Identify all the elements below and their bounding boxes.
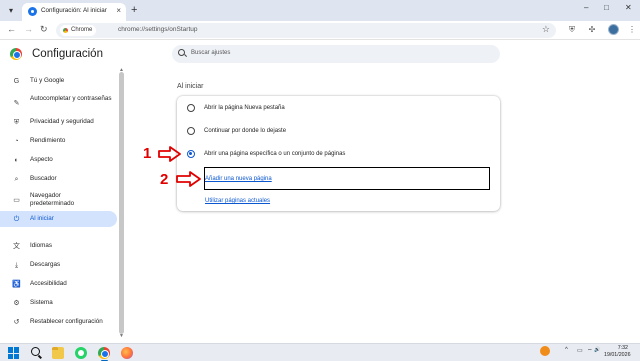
sidebar-item-label: Privacidad y seguridad (30, 118, 94, 125)
site-info-chip[interactable]: Chrome (60, 25, 97, 36)
download-icon: ⤓ (14, 262, 19, 269)
sidebar-item-label: Tú y Google (30, 77, 65, 84)
sidebar-item-performance[interactable]: ◔ Rendimiento (0, 133, 117, 149)
tray-display-icon[interactable]: ▭ (577, 347, 583, 354)
browser-toolbar: ← → ↻ Chrome chrome://settings/onStartup… (0, 21, 640, 40)
settings-gear-icon (28, 7, 37, 16)
search-placeholder: Buscar ajustes (191, 50, 231, 56)
section-title: Al iniciar (177, 83, 204, 90)
sidebar-item-search-engine[interactable]: ⌕ Buscador (0, 171, 117, 187)
tab-settings[interactable]: Configuración: Al iniciar × (22, 3, 126, 21)
tray-chevron-up-icon[interactable]: ^ (565, 347, 568, 353)
forward-button[interactable]: → (24, 24, 33, 34)
taskbar-clock[interactable]: 7:32 19/01/2026 (604, 345, 631, 358)
browser-window-icon: ▭ (13, 197, 20, 204)
radio-specific-pages[interactable] (187, 150, 195, 158)
autofill-icon: ✎ (13, 100, 20, 107)
radio-label-new-tab[interactable]: Abrir la página Nueva pestaña (204, 105, 285, 111)
close-window-button[interactable]: ✕ (625, 3, 632, 12)
sidebar-item-label: Buscador (30, 175, 57, 182)
accessibility-icon: ♿ (12, 281, 21, 288)
sidebar-item-label: Rendimiento (30, 137, 66, 144)
windows-start-icon[interactable] (8, 347, 20, 359)
wrench-icon: ⚙ (13, 300, 20, 307)
use-current-pages-link[interactable]: Utilizar páginas actuales (205, 198, 270, 204)
back-button[interactable]: ← (7, 24, 16, 34)
sidebar-item-label: Restablecer configuración (30, 318, 103, 325)
sidebar-item-autofill[interactable]: ✎ Autocompletar y contraseñas (0, 93, 117, 113)
taskbar-search-icon[interactable] (30, 347, 42, 359)
search-icon (178, 49, 185, 56)
clock-date: 19/01/2026 (604, 351, 631, 358)
puzzle-icon[interactable]: ✣ (586, 24, 598, 36)
more-icon[interactable]: ⋮ (626, 24, 638, 36)
new-tab-button[interactable]: + (131, 3, 137, 17)
settings-sidebar: G Tú y Google ✎ Autocompletar y contrase… (0, 68, 126, 343)
sidebar-item-reset[interactable]: ↺ Restablecer configuración (0, 314, 117, 330)
sidebar-item-label: Sistema (30, 299, 53, 306)
reset-icon: ↺ (13, 319, 20, 326)
sidebar-item-label: Idiomas (30, 242, 53, 249)
radio-new-tab[interactable] (187, 104, 195, 112)
sidebar-item-default-browser[interactable]: ▭ Navegador predeterminado (0, 190, 117, 210)
minimize-button[interactable]: – (584, 3, 588, 12)
palette-icon: ◐ (14, 157, 19, 164)
page-title: Configuración (32, 48, 103, 60)
address-bar[interactable]: Chrome chrome://settings/onStartup ☆ (56, 23, 556, 38)
annotation-number-2: 2 (160, 171, 169, 188)
firefox-icon[interactable] (121, 347, 133, 359)
bookmark-star-icon[interactable]: ☆ (542, 24, 550, 35)
shield-icon: ⛨ (13, 119, 20, 126)
sidebar-item-privacy[interactable]: ⛨ Privacidad y seguridad (0, 114, 117, 130)
annotation-number-1: 1 (143, 145, 152, 162)
reload-button[interactable]: ↻ (40, 24, 48, 35)
volume-icon[interactable]: 🔊 (594, 347, 600, 353)
sidebar-scrollbar[interactable] (119, 72, 124, 334)
sidebar-item-label: Navegador predeterminado (30, 192, 75, 207)
annotation-arrow-2-icon (176, 171, 201, 187)
notification-app-icon[interactable] (540, 346, 550, 356)
annotation-arrow-1-icon (158, 146, 181, 162)
speedometer-icon: ◔ (14, 138, 19, 145)
sidebar-item-downloads[interactable]: ⤓ Descargas (0, 257, 117, 273)
sidebar-item-you-and-google[interactable]: G Tú y Google (0, 73, 117, 89)
sidebar-item-label: Aspecto (30, 156, 53, 163)
close-tab-icon[interactable]: × (116, 6, 121, 15)
tab-title: Configuración: Al iniciar (41, 7, 107, 14)
sidebar-item-label: Descargas (30, 261, 61, 268)
file-explorer-icon[interactable] (52, 347, 64, 359)
search-icon: ⌕ (14, 176, 19, 183)
sidebar-item-label: Al iniciar (30, 215, 54, 222)
url-text[interactable]: chrome://settings/onStartup (118, 26, 198, 33)
translate-icon: 文 (13, 243, 20, 250)
chrome-taskbar-icon[interactable] (98, 347, 110, 359)
radio-label-specific-pages[interactable]: Abrir una página específica o un conjunt… (204, 151, 345, 157)
radio-continue[interactable] (187, 127, 195, 135)
search-input[interactable]: Buscar ajustes (172, 45, 500, 63)
tab-search-button[interactable]: ▾ (4, 4, 18, 17)
sidebar-item-on-startup[interactable]: ⏻ Al iniciar (0, 211, 117, 227)
sidebar-item-accessibility[interactable]: ♿ Accesibilidad (0, 276, 117, 292)
sidebar-item-system[interactable]: ⚙ Sistema (0, 295, 117, 311)
profile-avatar[interactable] (608, 24, 619, 35)
tab-strip: ▾ Configuración: Al iniciar × + – □ ✕ (0, 0, 640, 21)
shield-icon[interactable]: ⛨ (566, 24, 578, 36)
sidebar-item-appearance[interactable]: ◐ Aspecto (0, 152, 117, 168)
wifi-icon[interactable]: ⌔ (587, 347, 593, 355)
radio-label-continue[interactable]: Continuar por donde lo dejaste (204, 128, 286, 134)
chrome-logo-icon (10, 48, 22, 60)
whatsapp-icon[interactable] (75, 347, 87, 359)
sidebar-item-label: Autocompletar y contraseñas (30, 95, 112, 102)
scroll-down-arrow-icon[interactable]: ▼ (119, 333, 124, 339)
maximize-button[interactable]: □ (604, 3, 609, 12)
add-new-page-link[interactable]: Añadir una nueva página (205, 176, 272, 182)
google-icon: G (13, 78, 20, 85)
chevron-down-icon: ▾ (8, 6, 13, 15)
sidebar-item-label: Accesibilidad (30, 280, 67, 287)
power-icon: ⏻ (13, 216, 20, 223)
sidebar-item-languages[interactable]: 文 Idiomas (0, 238, 117, 254)
